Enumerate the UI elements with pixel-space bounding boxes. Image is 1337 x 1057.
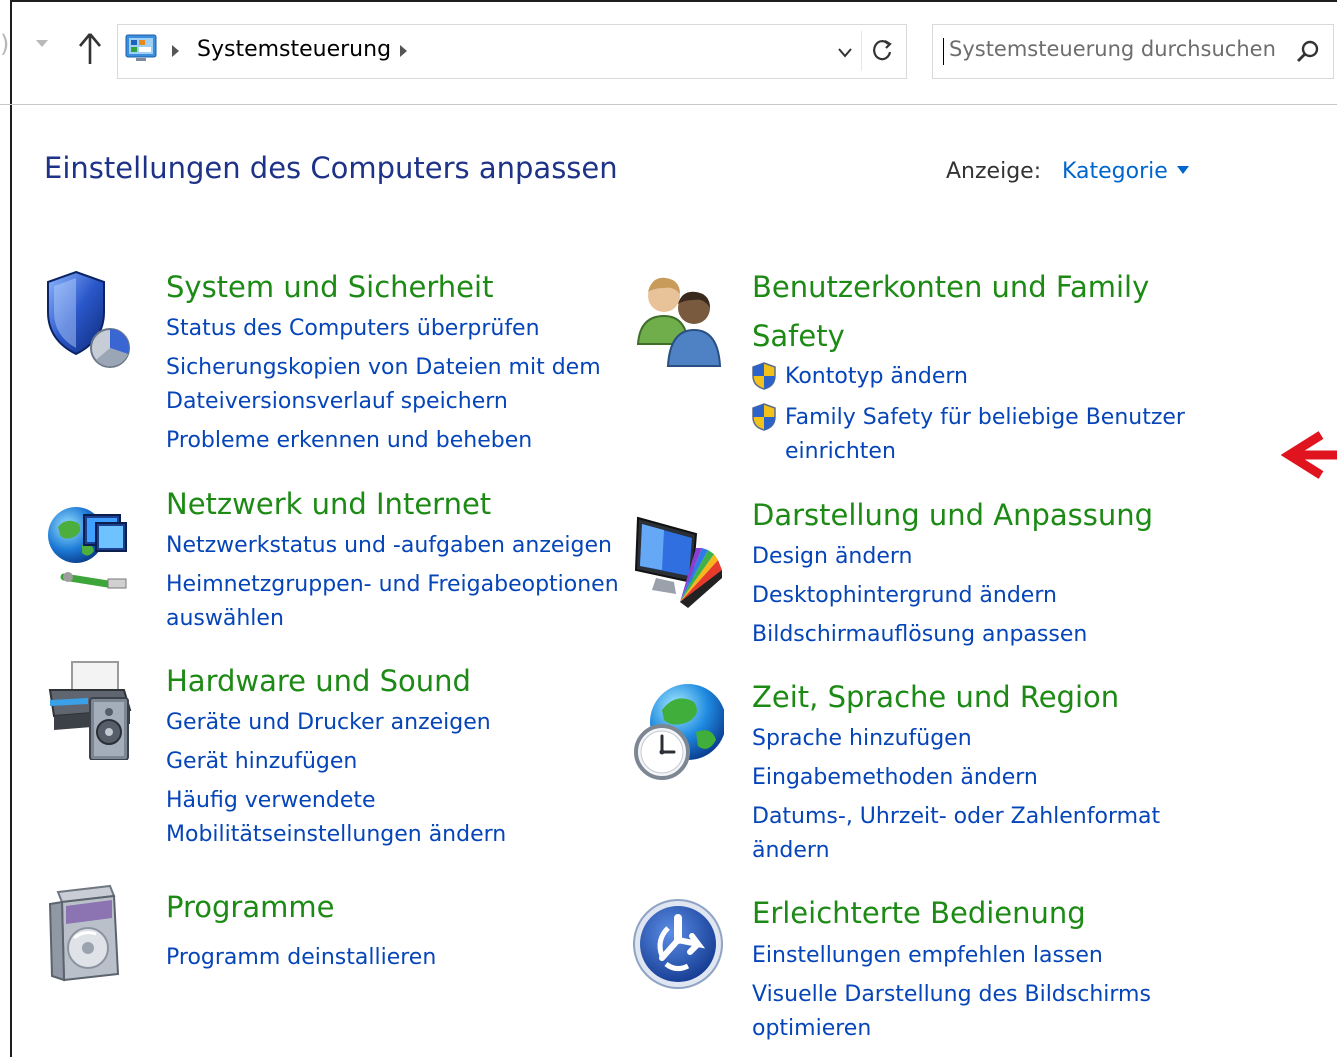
- view-mode-value: Kategorie: [1062, 159, 1168, 184]
- link-add-language[interactable]: Sprache hinzufügen: [752, 722, 972, 756]
- text-cursor: [943, 38, 944, 65]
- link-optimize-display-line2[interactable]: optimieren: [752, 1012, 871, 1046]
- dropdown-arrow-icon: [1176, 166, 1189, 174]
- link-adjust-resolution[interactable]: Bildschirmauflösung anpassen: [752, 618, 1087, 652]
- accessibility-icon[interactable]: [632, 896, 724, 996]
- link-family-safety-line2[interactable]: einrichten: [785, 435, 896, 469]
- back-button[interactable]: ): [0, 30, 9, 58]
- link-mobility-line2[interactable]: Mobilitätseinstellungen ändern: [166, 818, 506, 852]
- chevron-down-icon[interactable]: [834, 41, 856, 63]
- breadcrumb[interactable]: Systemsteuerung: [117, 24, 907, 79]
- users-icon[interactable]: [634, 270, 726, 370]
- category-title-system-security[interactable]: System und Sicherheit: [166, 264, 493, 311]
- search-icon[interactable]: [1295, 39, 1321, 65]
- category-title-appearance[interactable]: Darstellung und Anpassung: [752, 492, 1153, 539]
- link-homegroup-line2[interactable]: auswählen: [166, 602, 284, 636]
- link-change-account-type[interactable]: Kontotyp ändern: [785, 360, 968, 394]
- category-title-programs[interactable]: Programme: [166, 884, 334, 931]
- globe-clock-icon[interactable]: [632, 680, 724, 780]
- link-change-desktop-background[interactable]: Desktophintergrund ändern: [752, 579, 1057, 613]
- category-title-hardware-sound[interactable]: Hardware und Sound: [166, 658, 471, 705]
- link-add-device[interactable]: Gerät hinzufügen: [166, 745, 357, 779]
- link-homegroup-line1[interactable]: Heimnetzgruppen- und Freigabeoptionen: [166, 568, 619, 602]
- link-optimize-display-line1[interactable]: Visuelle Darstellung des Bildschirms: [752, 978, 1151, 1012]
- refresh-icon[interactable]: [869, 37, 895, 65]
- link-date-time-format-line2[interactable]: ändern: [752, 834, 830, 868]
- link-date-time-format-line1[interactable]: Datums-, Uhrzeit- oder Zahlenformat: [752, 800, 1160, 834]
- window-border-left: [10, 0, 12, 1057]
- software-box-icon[interactable]: [44, 882, 136, 982]
- breadcrumb-separator-icon: [172, 45, 179, 57]
- uac-shield-icon: [752, 403, 776, 431]
- shield-pie-icon[interactable]: [44, 268, 136, 368]
- view-label: Anzeige:: [946, 159, 1042, 184]
- category-title-network-internet[interactable]: Netzwerk und Internet: [166, 481, 491, 528]
- category-title-user-accounts-line2[interactable]: Safety: [752, 313, 845, 360]
- control-panel-icon: [125, 34, 157, 61]
- page-title: Einstellungen des Computers anpassen: [44, 151, 618, 185]
- search-placeholder: Systemsteuerung durchsuchen: [949, 37, 1276, 61]
- monitor-palette-icon[interactable]: [634, 512, 726, 612]
- globe-network-icon[interactable]: [44, 497, 136, 597]
- link-check-computer-status[interactable]: Status des Computers überprüfen: [166, 312, 540, 346]
- link-devices-printers[interactable]: Geräte und Drucker anzeigen: [166, 706, 491, 740]
- divider: [861, 31, 862, 71]
- search-input[interactable]: Systemsteuerung durchsuchen: [932, 24, 1334, 79]
- link-network-status[interactable]: Netzwerkstatus und -aufgaben anzeigen: [166, 529, 612, 563]
- address-bar-area: ) Systemsteuerung Systemsteuerung durchs…: [0, 0, 1337, 105]
- link-backup-files-line1[interactable]: Sicherungskopien von Dateien mit dem: [166, 351, 601, 385]
- link-troubleshoot[interactable]: Probleme erkennen und beheben: [166, 424, 532, 458]
- breadcrumb-item-control-panel[interactable]: Systemsteuerung: [197, 37, 391, 62]
- up-arrow-icon[interactable]: [74, 30, 106, 68]
- view-mode-dropdown[interactable]: Kategorie: [1062, 159, 1189, 184]
- link-uninstall-program[interactable]: Programm deinstallieren: [166, 941, 436, 975]
- link-backup-files-line2[interactable]: Dateiversionsverlauf speichern: [166, 385, 508, 419]
- link-recommended-settings[interactable]: Einstellungen empfehlen lassen: [752, 939, 1103, 973]
- recent-pages-dropdown-icon[interactable]: [36, 40, 48, 47]
- uac-shield-icon: [752, 362, 776, 390]
- category-title-ease-of-access[interactable]: Erleichterte Bedienung: [752, 890, 1086, 937]
- annotation-arrow-icon: [1281, 431, 1337, 479]
- category-title-user-accounts-line1[interactable]: Benutzerkonten und Family: [752, 264, 1149, 311]
- printer-speaker-icon[interactable]: [44, 660, 136, 760]
- category-title-time-language-region[interactable]: Zeit, Sprache und Region: [752, 674, 1119, 721]
- link-change-theme[interactable]: Design ändern: [752, 540, 912, 574]
- breadcrumb-expand-icon[interactable]: [400, 45, 407, 57]
- link-change-input-methods[interactable]: Eingabemethoden ändern: [752, 761, 1038, 795]
- link-family-safety-line1[interactable]: Family Safety für beliebige Benutzer: [785, 401, 1185, 435]
- link-mobility-line1[interactable]: Häufig verwendete: [166, 784, 376, 818]
